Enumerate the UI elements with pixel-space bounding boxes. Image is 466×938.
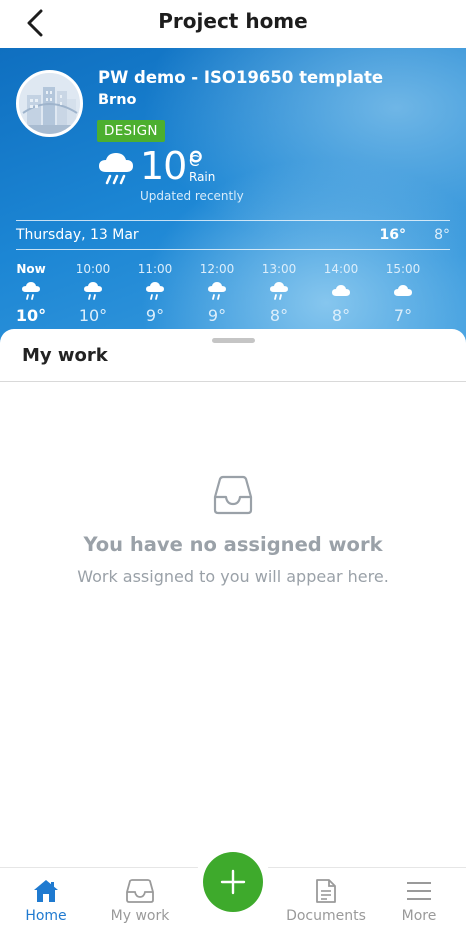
hour-item: 15:00 7° [378, 262, 428, 325]
hour-time: Now [16, 262, 46, 276]
menu-icon [379, 878, 459, 906]
hour-temp: 10° [15, 306, 47, 325]
hour-temp: 9° [145, 306, 165, 325]
hour-time: 15:00 [385, 262, 421, 276]
day-low-temp: 8° [434, 227, 450, 243]
hour-temp: 8° [269, 306, 289, 325]
day-high-temp: 16° [379, 227, 406, 243]
cloud-icon [378, 280, 428, 304]
empty-state-subtitle: Work assigned to you will appear here. [77, 567, 389, 586]
hour-item: 11:00 9° [130, 262, 180, 325]
hour-time: 11:00 [137, 262, 173, 276]
nav-documents[interactable]: Documents [286, 878, 366, 924]
nav-more[interactable]: More [379, 878, 459, 924]
hour-item: 12:00 9° [192, 262, 242, 325]
rain-icon [192, 280, 242, 304]
hourly-forecast: Now 10° 10:00 10° 11:00 9° 12:00 9° 13:0… [0, 262, 466, 332]
section-title: My work [22, 345, 108, 366]
rain-icon [130, 280, 180, 304]
project-thumbnail[interactable] [16, 70, 83, 137]
hour-temp: 9° [207, 306, 227, 325]
hour-item: 10:00 10° [68, 262, 118, 325]
rain-icon [254, 280, 304, 304]
hour-temp: 10° [78, 306, 108, 325]
hour-time: 13:00 [261, 262, 297, 276]
my-work-sheet: My work You have no assigned work Work a… [0, 329, 466, 867]
cloud-icon [316, 280, 366, 304]
project-name[interactable]: PW demo - ISO19650 template [98, 68, 383, 87]
nav-label: My work [110, 908, 170, 924]
top-bar: Project home [0, 0, 466, 48]
day-summary: Thursday, 13 Mar 16° 8° [16, 220, 450, 250]
nav-label: More [401, 908, 437, 924]
weather-condition: Rain [189, 170, 216, 184]
hour-temp: 8° [331, 306, 351, 325]
temperature-unit: C [189, 152, 200, 170]
hour-item: 14:00 8° [316, 262, 366, 325]
project-city: Brno [98, 92, 137, 108]
nav-label: Home [25, 908, 67, 924]
building-icon [19, 73, 80, 134]
hour-item: 13:00 8° [254, 262, 304, 325]
drag-handle[interactable] [212, 338, 255, 343]
nav-my-work[interactable]: My work [100, 878, 180, 924]
inbox-tray-icon [213, 475, 253, 515]
document-icon [286, 878, 366, 906]
hour-item: Now 10° [6, 262, 56, 325]
rain-cloud-icon [99, 153, 133, 185]
status-badge: DESIGN [97, 120, 165, 142]
home-icon [6, 878, 86, 906]
day-label: Thursday, 13 Mar [16, 227, 139, 243]
hour-time: 12:00 [199, 262, 235, 276]
empty-state-title: You have no assigned work [83, 533, 383, 556]
project-weather-card: PW demo - ISO19650 template Brno DESIGN … [0, 48, 466, 348]
rain-icon [6, 280, 56, 304]
hour-temp: 7° [393, 306, 413, 325]
updated-text: Updated recently [140, 189, 244, 203]
page-title: Project home [158, 9, 308, 33]
rain-icon [68, 280, 118, 304]
hour-time: 10:00 [75, 262, 111, 276]
inbox-icon [100, 878, 180, 906]
plus-icon [220, 869, 246, 895]
divider [0, 381, 466, 382]
hour-time: 14:00 [323, 262, 359, 276]
nav-home[interactable]: Home [6, 878, 86, 924]
nav-label: Documents [286, 908, 366, 924]
add-button[interactable] [203, 852, 263, 912]
